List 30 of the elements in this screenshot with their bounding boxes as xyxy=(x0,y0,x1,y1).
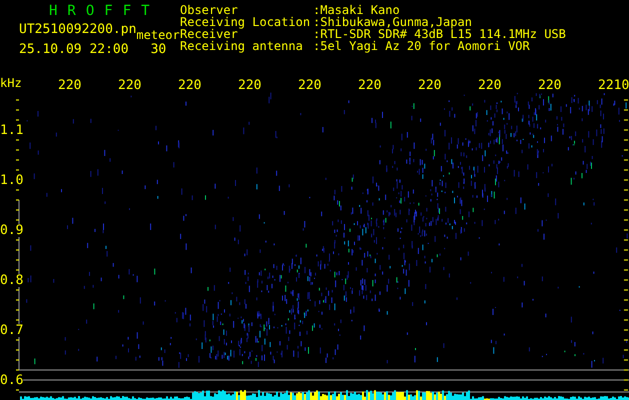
time-tick-label: 220 xyxy=(118,79,142,92)
time-tick-label: 220 xyxy=(298,79,322,92)
time-tick-label: 220 xyxy=(358,79,382,92)
info-value: :5el Yagi Az 20 for Aomori VOR xyxy=(313,40,530,52)
freq-tick-label: 1.1 xyxy=(0,124,24,137)
info-label: Receiving antenna xyxy=(180,40,304,52)
freq-tick-label: 1.0 xyxy=(0,174,24,187)
info-value: :RTL-SDR SDR# 43dB L15 114.1MHz USB xyxy=(313,28,566,40)
file-name: UT2510092200.pn xyxy=(19,23,136,37)
time-tick-label: 220 xyxy=(238,79,262,92)
freq-tick-label: 0.7 xyxy=(0,324,24,337)
time-tick-label: 220 xyxy=(418,79,442,92)
time-tick-label: 220 xyxy=(178,79,202,92)
info-value: :Masaki Kano xyxy=(313,4,400,16)
info-value: :Shibukawa,Gunma,Japan xyxy=(313,16,472,28)
meteor-count: 30 xyxy=(150,43,166,57)
freq-tick-label: 0.6 xyxy=(0,374,24,387)
meteor-label: meteor xyxy=(136,29,180,41)
freq-tick-label: 0.8 xyxy=(0,274,24,287)
info-label: Observer xyxy=(180,4,238,16)
time-tick-label: 220 xyxy=(478,79,502,92)
date-time: 25.10.09 22:00 xyxy=(19,43,129,57)
axis-unit: kHz xyxy=(0,77,22,89)
time-tick-label: 2210 xyxy=(598,79,629,92)
time-tick-label: 220 xyxy=(58,79,82,92)
app-title: HROFFT xyxy=(48,4,160,19)
freq-tick-label: 0.9 xyxy=(0,224,24,237)
time-tick-label: 220 xyxy=(538,79,562,92)
info-label: Receiver xyxy=(180,28,238,40)
info-label: Receiving Location xyxy=(180,16,312,28)
